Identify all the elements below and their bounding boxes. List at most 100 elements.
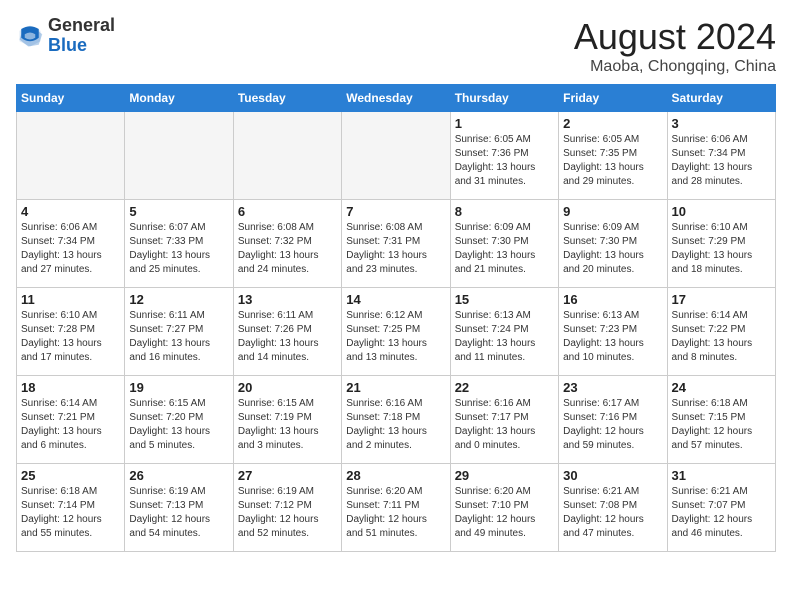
day-info: Sunrise: 6:05 AM Sunset: 7:35 PM Dayligh… — [563, 133, 662, 189]
day-info: Sunrise: 6:20 AM Sunset: 7:10 PM Dayligh… — [455, 485, 554, 541]
day-info: Sunrise: 6:09 AM Sunset: 7:30 PM Dayligh… — [455, 221, 554, 277]
day-number: 10 — [672, 204, 771, 219]
day-number: 17 — [672, 292, 771, 307]
calendar-cell: 18 Sunrise: 6:14 AM Sunset: 7:21 PM Dayli… — [17, 376, 125, 464]
weekday-header: Friday — [559, 85, 667, 112]
day-number: 6 — [238, 204, 337, 219]
calendar-cell: 12Sunrise: 6:11 AM Sunset: 7:27 PM Dayli… — [125, 288, 233, 376]
day-info: Sunrise: 6:16 AM Sunset: 7:17 PM Dayligh… — [455, 397, 554, 453]
day-number: 24 — [672, 380, 771, 395]
day-number: 26 — [129, 468, 228, 483]
day-info: Sunrise: 6:06 AM Sunset: 7:34 PM Dayligh… — [672, 133, 771, 189]
day-number: 16 — [563, 292, 662, 307]
day-number: 29 — [455, 468, 554, 483]
logo-text: General Blue — [48, 16, 115, 56]
weekday-header-row: SundayMondayTuesdayWednesdayThursdayFrid… — [17, 85, 776, 112]
logo: General Blue — [16, 16, 115, 56]
day-number: 20 — [238, 380, 337, 395]
calendar: SundayMondayTuesdayWednesdayThursdayFrid… — [16, 84, 776, 552]
day-number: 4 — [21, 204, 120, 219]
day-info: Sunrise: 6:07 AM Sunset: 7:33 PM Dayligh… — [129, 221, 228, 277]
day-number: 23 — [563, 380, 662, 395]
calendar-week-row: 4 Sunrise: 6:06 AM Sunset: 7:34 PM Daylig… — [17, 200, 776, 288]
day-number: 2 — [563, 116, 662, 131]
calendar-cell: 23 Sunrise: 6:17 AM Sunset: 7:16 PM Dayli… — [559, 376, 667, 464]
day-info: Sunrise: 6:15 AM Sunset: 7:19 PM Dayligh… — [238, 397, 337, 453]
calendar-cell: 10 Sunrise: 6:10 AM Sunset: 7:29 PM Dayli… — [667, 200, 775, 288]
calendar-cell: 17 Sunrise: 6:14 AM Sunset: 7:22 PM Dayli… — [667, 288, 775, 376]
day-number: 7 — [346, 204, 445, 219]
day-info: Sunrise: 6:21 AM Sunset: 7:07 PM Dayligh… — [672, 485, 771, 541]
calendar-cell: 28 Sunrise: 6:20 AM Sunset: 7:11 PM Dayli… — [342, 464, 450, 552]
day-number: 1 — [455, 116, 554, 131]
day-number: 28 — [346, 468, 445, 483]
calendar-cell: 27Sunrise: 6:19 AM Sunset: 7:12 PM Dayli… — [233, 464, 341, 552]
logo-blue: Blue — [48, 35, 87, 55]
day-info: Sunrise: 6:13 AM Sunset: 7:24 PM Dayligh… — [455, 309, 554, 365]
calendar-cell: 13 Sunrise: 6:11 AM Sunset: 7:26 PM Dayli… — [233, 288, 341, 376]
day-info: Sunrise: 6:18 AM Sunset: 7:14 PM Dayligh… — [21, 485, 120, 541]
day-number: 15 — [455, 292, 554, 307]
day-info: Sunrise: 6:11 AM Sunset: 7:27 PM Dayligh… — [129, 309, 228, 365]
title-area: August 2024 Maoba, Chongqing, China — [574, 16, 776, 76]
calendar-week-row: 11Sunrise: 6:10 AM Sunset: 7:28 PM Dayli… — [17, 288, 776, 376]
day-info: Sunrise: 6:08 AM Sunset: 7:32 PM Dayligh… — [238, 221, 337, 277]
calendar-cell: 20 Sunrise: 6:15 AM Sunset: 7:19 PM Dayli… — [233, 376, 341, 464]
day-info: Sunrise: 6:14 AM Sunset: 7:21 PM Dayligh… — [21, 397, 120, 453]
weekday-header: Tuesday — [233, 85, 341, 112]
calendar-cell: 2 Sunrise: 6:05 AM Sunset: 7:35 PM Daylig… — [559, 112, 667, 200]
day-info: Sunrise: 6:20 AM Sunset: 7:11 PM Dayligh… — [346, 485, 445, 541]
calendar-cell: 19 Sunrise: 6:15 AM Sunset: 7:20 PM Dayli… — [125, 376, 233, 464]
calendar-cell: 4 Sunrise: 6:06 AM Sunset: 7:34 PM Daylig… — [17, 200, 125, 288]
day-info: Sunrise: 6:12 AM Sunset: 7:25 PM Dayligh… — [346, 309, 445, 365]
day-info: Sunrise: 6:14 AM Sunset: 7:22 PM Dayligh… — [672, 309, 771, 365]
calendar-cell — [125, 112, 233, 200]
day-info: Sunrise: 6:09 AM Sunset: 7:30 PM Dayligh… — [563, 221, 662, 277]
calendar-cell: 30Sunrise: 6:21 AM Sunset: 7:08 PM Dayli… — [559, 464, 667, 552]
page-header: General Blue August 2024 Maoba, Chongqin… — [16, 16, 776, 76]
day-info: Sunrise: 6:19 AM Sunset: 7:13 PM Dayligh… — [129, 485, 228, 541]
location: Maoba, Chongqing, China — [574, 58, 776, 76]
day-info: Sunrise: 6:19 AM Sunset: 7:12 PM Dayligh… — [238, 485, 337, 541]
calendar-week-row: 18 Sunrise: 6:14 AM Sunset: 7:21 PM Dayli… — [17, 376, 776, 464]
day-number: 9 — [563, 204, 662, 219]
day-number: 22 — [455, 380, 554, 395]
day-info: Sunrise: 6:16 AM Sunset: 7:18 PM Dayligh… — [346, 397, 445, 453]
day-info: Sunrise: 6:15 AM Sunset: 7:20 PM Dayligh… — [129, 397, 228, 453]
calendar-week-row: 1Sunrise: 6:05 AM Sunset: 7:36 PM Daylig… — [17, 112, 776, 200]
calendar-cell — [342, 112, 450, 200]
calendar-cell: 24 Sunrise: 6:18 AM Sunset: 7:15 PM Dayli… — [667, 376, 775, 464]
day-number: 31 — [672, 468, 771, 483]
day-number: 13 — [238, 292, 337, 307]
calendar-cell: 6 Sunrise: 6:08 AM Sunset: 7:32 PM Daylig… — [233, 200, 341, 288]
weekday-header: Wednesday — [342, 85, 450, 112]
day-info: Sunrise: 6:06 AM Sunset: 7:34 PM Dayligh… — [21, 221, 120, 277]
day-number: 19 — [129, 380, 228, 395]
day-info: Sunrise: 6:17 AM Sunset: 7:16 PM Dayligh… — [563, 397, 662, 453]
calendar-cell: 5Sunrise: 6:07 AM Sunset: 7:33 PM Daylig… — [125, 200, 233, 288]
day-number: 18 — [21, 380, 120, 395]
day-info: Sunrise: 6:10 AM Sunset: 7:29 PM Dayligh… — [672, 221, 771, 277]
day-number: 30 — [563, 468, 662, 483]
calendar-cell: 25Sunrise: 6:18 AM Sunset: 7:14 PM Dayli… — [17, 464, 125, 552]
day-number: 21 — [346, 380, 445, 395]
day-number: 3 — [672, 116, 771, 131]
calendar-cell: 21 Sunrise: 6:16 AM Sunset: 7:18 PM Dayli… — [342, 376, 450, 464]
day-number: 11 — [21, 292, 120, 307]
weekday-header: Saturday — [667, 85, 775, 112]
calendar-cell: 15 Sunrise: 6:13 AM Sunset: 7:24 PM Dayli… — [450, 288, 558, 376]
day-info: Sunrise: 6:11 AM Sunset: 7:26 PM Dayligh… — [238, 309, 337, 365]
calendar-cell — [17, 112, 125, 200]
calendar-cell — [233, 112, 341, 200]
day-info: Sunrise: 6:18 AM Sunset: 7:15 PM Dayligh… — [672, 397, 771, 453]
calendar-cell: 11Sunrise: 6:10 AM Sunset: 7:28 PM Dayli… — [17, 288, 125, 376]
day-info: Sunrise: 6:13 AM Sunset: 7:23 PM Dayligh… — [563, 309, 662, 365]
calendar-cell: 1Sunrise: 6:05 AM Sunset: 7:36 PM Daylig… — [450, 112, 558, 200]
calendar-week-row: 25Sunrise: 6:18 AM Sunset: 7:14 PM Dayli… — [17, 464, 776, 552]
calendar-cell: 14Sunrise: 6:12 AM Sunset: 7:25 PM Dayli… — [342, 288, 450, 376]
logo-icon — [16, 22, 44, 50]
calendar-cell: 9 Sunrise: 6:09 AM Sunset: 7:30 PM Daylig… — [559, 200, 667, 288]
weekday-header: Sunday — [17, 85, 125, 112]
logo-general: General — [48, 15, 115, 35]
day-number: 8 — [455, 204, 554, 219]
